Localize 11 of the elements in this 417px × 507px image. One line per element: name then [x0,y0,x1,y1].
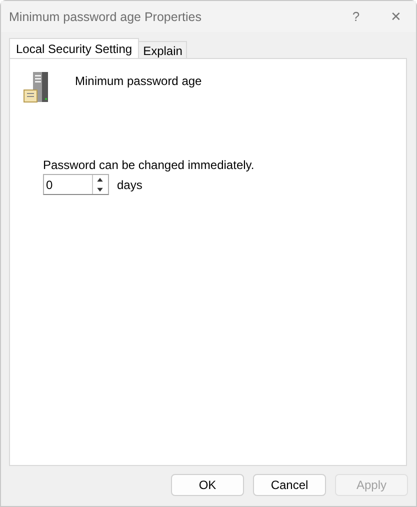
setting-description: Password can be changed immediately. [43,158,256,172]
window-title: Minimum password age Properties [9,10,202,24]
help-button[interactable]: ? [336,8,376,25]
policy-name: Minimum password age [75,74,202,90]
tab[interactable]: Explain [138,41,188,58]
tab[interactable]: Local Security Setting [9,38,140,58]
dialog-button[interactable]: Cancel [253,474,326,496]
close-button[interactable]: ✕ [376,8,416,25]
dialog-button[interactable]: OK [171,474,244,496]
days-spinner[interactable]: 0 [43,174,109,195]
unit-label: days [117,178,142,192]
